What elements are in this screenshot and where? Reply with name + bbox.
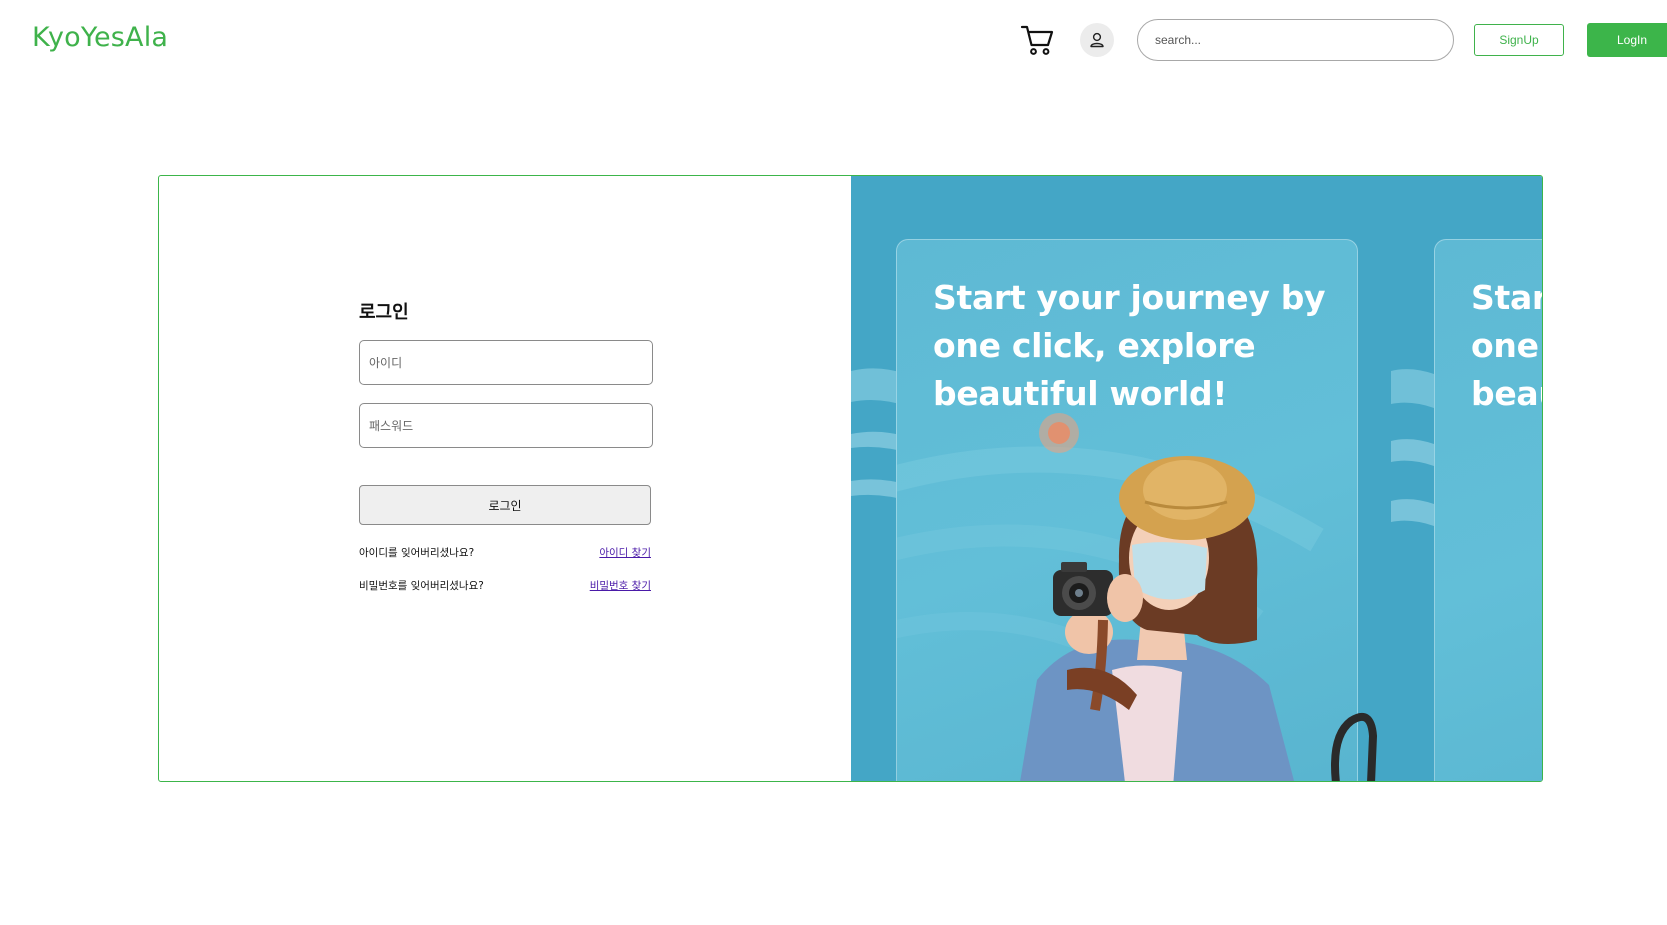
user-icon-graphic — [1090, 32, 1104, 48]
login-submit-button[interactable]: 로그인 — [359, 485, 651, 525]
login-card: 로그인 로그인 아이디를 잊어버리셨나요? 아이디 찾기 비밀번호를 잊어버리셨… — [158, 175, 1543, 782]
site-logo[interactable]: KyoYesAla — [32, 22, 168, 53]
promo-slide[interactable]: Start your journey by one click, explore… — [1434, 239, 1542, 781]
promo-slide-text: Start your journey by one click, explore… — [933, 278, 1326, 413]
login-header-button[interactable]: LogIn — [1587, 23, 1667, 57]
cart-icon-graphic — [1020, 25, 1054, 55]
login-title: 로그인 — [359, 302, 409, 323]
password-input[interactable] — [359, 403, 653, 448]
login-form-panel: 로그인 로그인 아이디를 잊어버리셨나요? 아이디 찾기 비밀번호를 잊어버리셨… — [159, 176, 851, 781]
forgot-password-row: 비밀번호를 잊어버리셨나요? 비밀번호 찾기 — [359, 578, 651, 594]
promo-slide[interactable]: Start your journey by one click, explore… — [896, 239, 1358, 781]
promo-slide-text: Start your journey by one click, explore… — [1471, 278, 1542, 413]
forgot-id-row: 아이디를 잊어버리셨나요? 아이디 찾기 — [359, 545, 651, 561]
signup-button[interactable]: SignUp — [1474, 24, 1564, 56]
search-input[interactable] — [1137, 19, 1454, 61]
forgot-password-question: 비밀번호를 잊어버리셨나요? — [359, 580, 484, 592]
find-password-link[interactable]: 비밀번호 찾기 — [590, 578, 651, 593]
promo-carousel: Start your journey by one click, explore… — [851, 176, 1542, 781]
forgot-id-question: 아이디를 잊어버리셨나요? — [359, 547, 475, 559]
cart-icon[interactable] — [1020, 24, 1056, 58]
id-input[interactable] — [359, 340, 653, 385]
user-icon[interactable] — [1080, 23, 1114, 57]
find-id-link[interactable]: 아이디 찾기 — [599, 545, 651, 560]
